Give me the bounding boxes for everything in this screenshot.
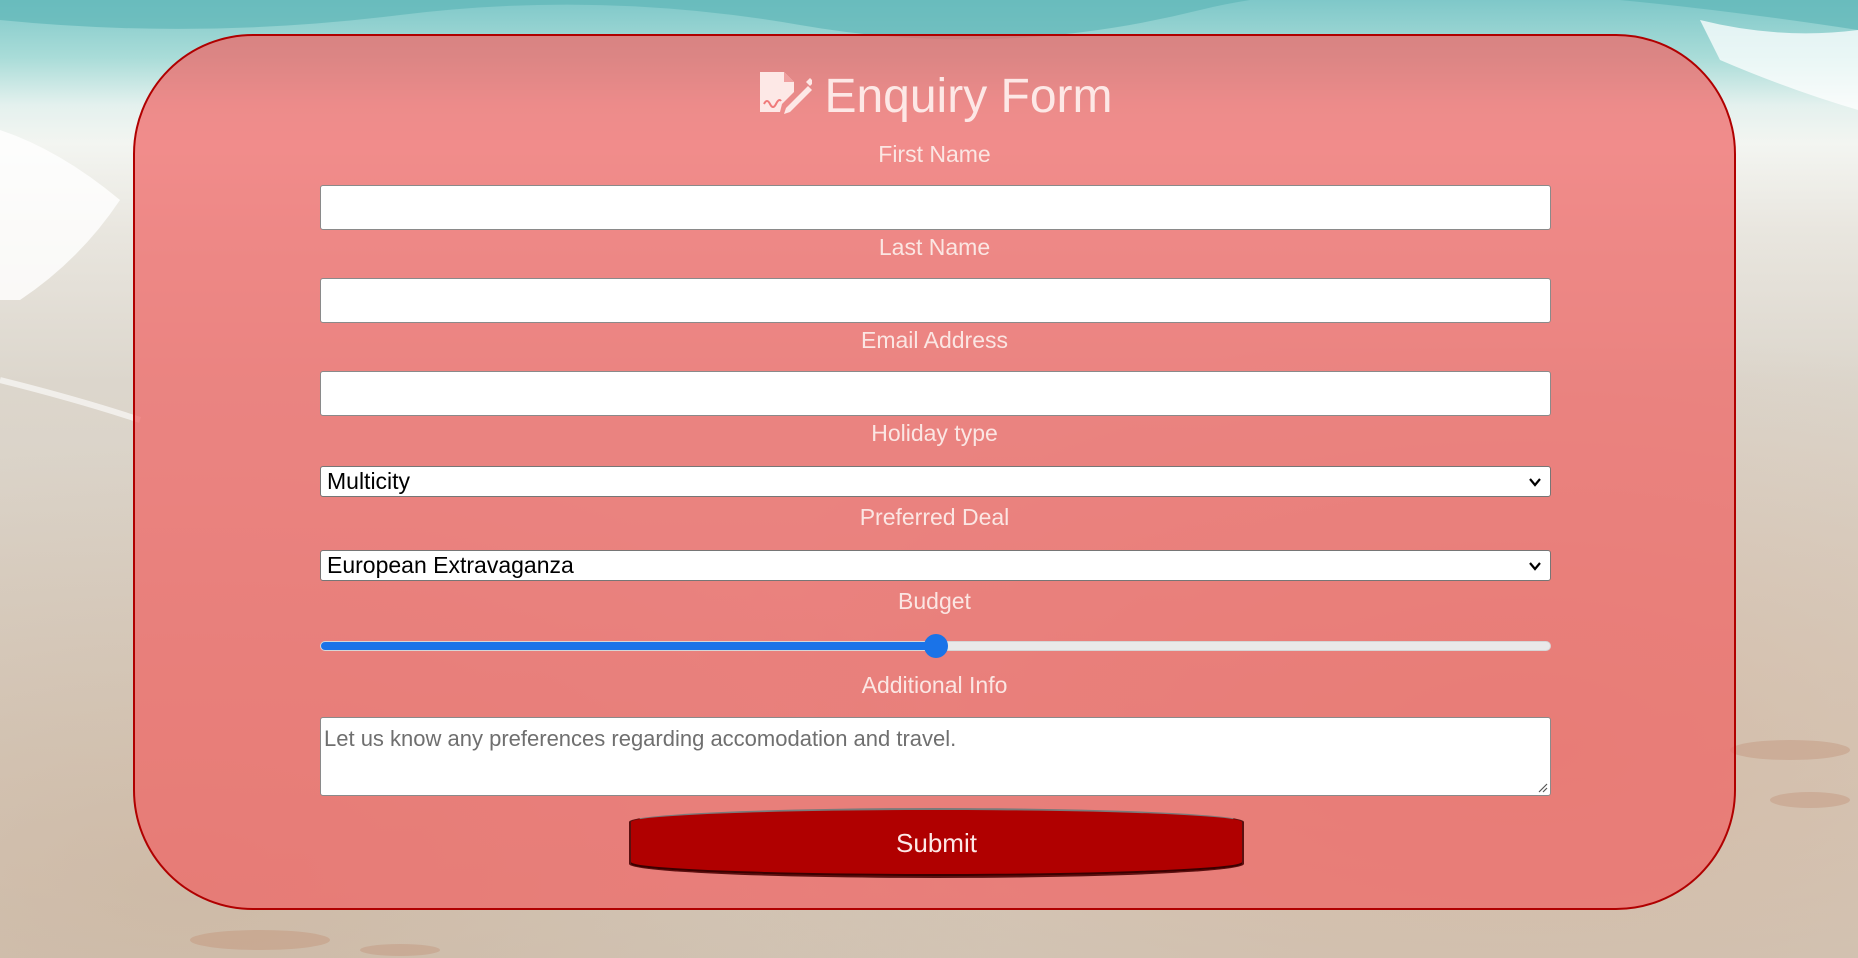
form-title-text: Enquiry Form — [824, 69, 1113, 123]
first-name-input[interactable] — [320, 185, 1551, 230]
additional-info-label: Additional Info — [861, 672, 1008, 698]
preferred-deal-value: European Extravaganza — [327, 552, 574, 578]
budget-slider-fill — [321, 642, 936, 650]
preferred-deal-label: Preferred Deal — [859, 504, 1010, 530]
chevron-down-icon — [1529, 562, 1541, 571]
email-input[interactable] — [320, 371, 1551, 416]
chevron-down-icon — [1529, 478, 1541, 487]
budget-label: Budget — [898, 588, 971, 614]
holiday-type-value: Multicity — [327, 468, 411, 494]
holiday-type-select[interactable]: Multicity — [320, 466, 1551, 497]
holiday-type-label: Holiday type — [871, 420, 998, 446]
file-signature-icon — [756, 70, 815, 122]
last-name-input[interactable] — [320, 278, 1551, 323]
budget-slider[interactable] — [320, 634, 1551, 658]
submit-button[interactable]: Submit — [629, 808, 1244, 878]
preferred-deal-select[interactable]: European Extravaganza — [320, 550, 1551, 581]
email-label: Email Address — [860, 327, 1008, 353]
resize-grip-icon[interactable] — [1536, 781, 1548, 793]
last-name-label: Last Name — [878, 234, 991, 260]
first-name-label: First Name — [878, 141, 991, 167]
budget-slider-thumb[interactable] — [923, 634, 948, 658]
form-title: Enquiry Form — [135, 66, 1734, 126]
enquiry-form-card: Enquiry Form First Name Last Name Email … — [133, 34, 1736, 910]
additional-info-placeholder: Let us know any preferences regarding ac… — [324, 726, 957, 751]
additional-info-textarea[interactable]: Let us know any preferences regarding ac… — [320, 717, 1551, 796]
